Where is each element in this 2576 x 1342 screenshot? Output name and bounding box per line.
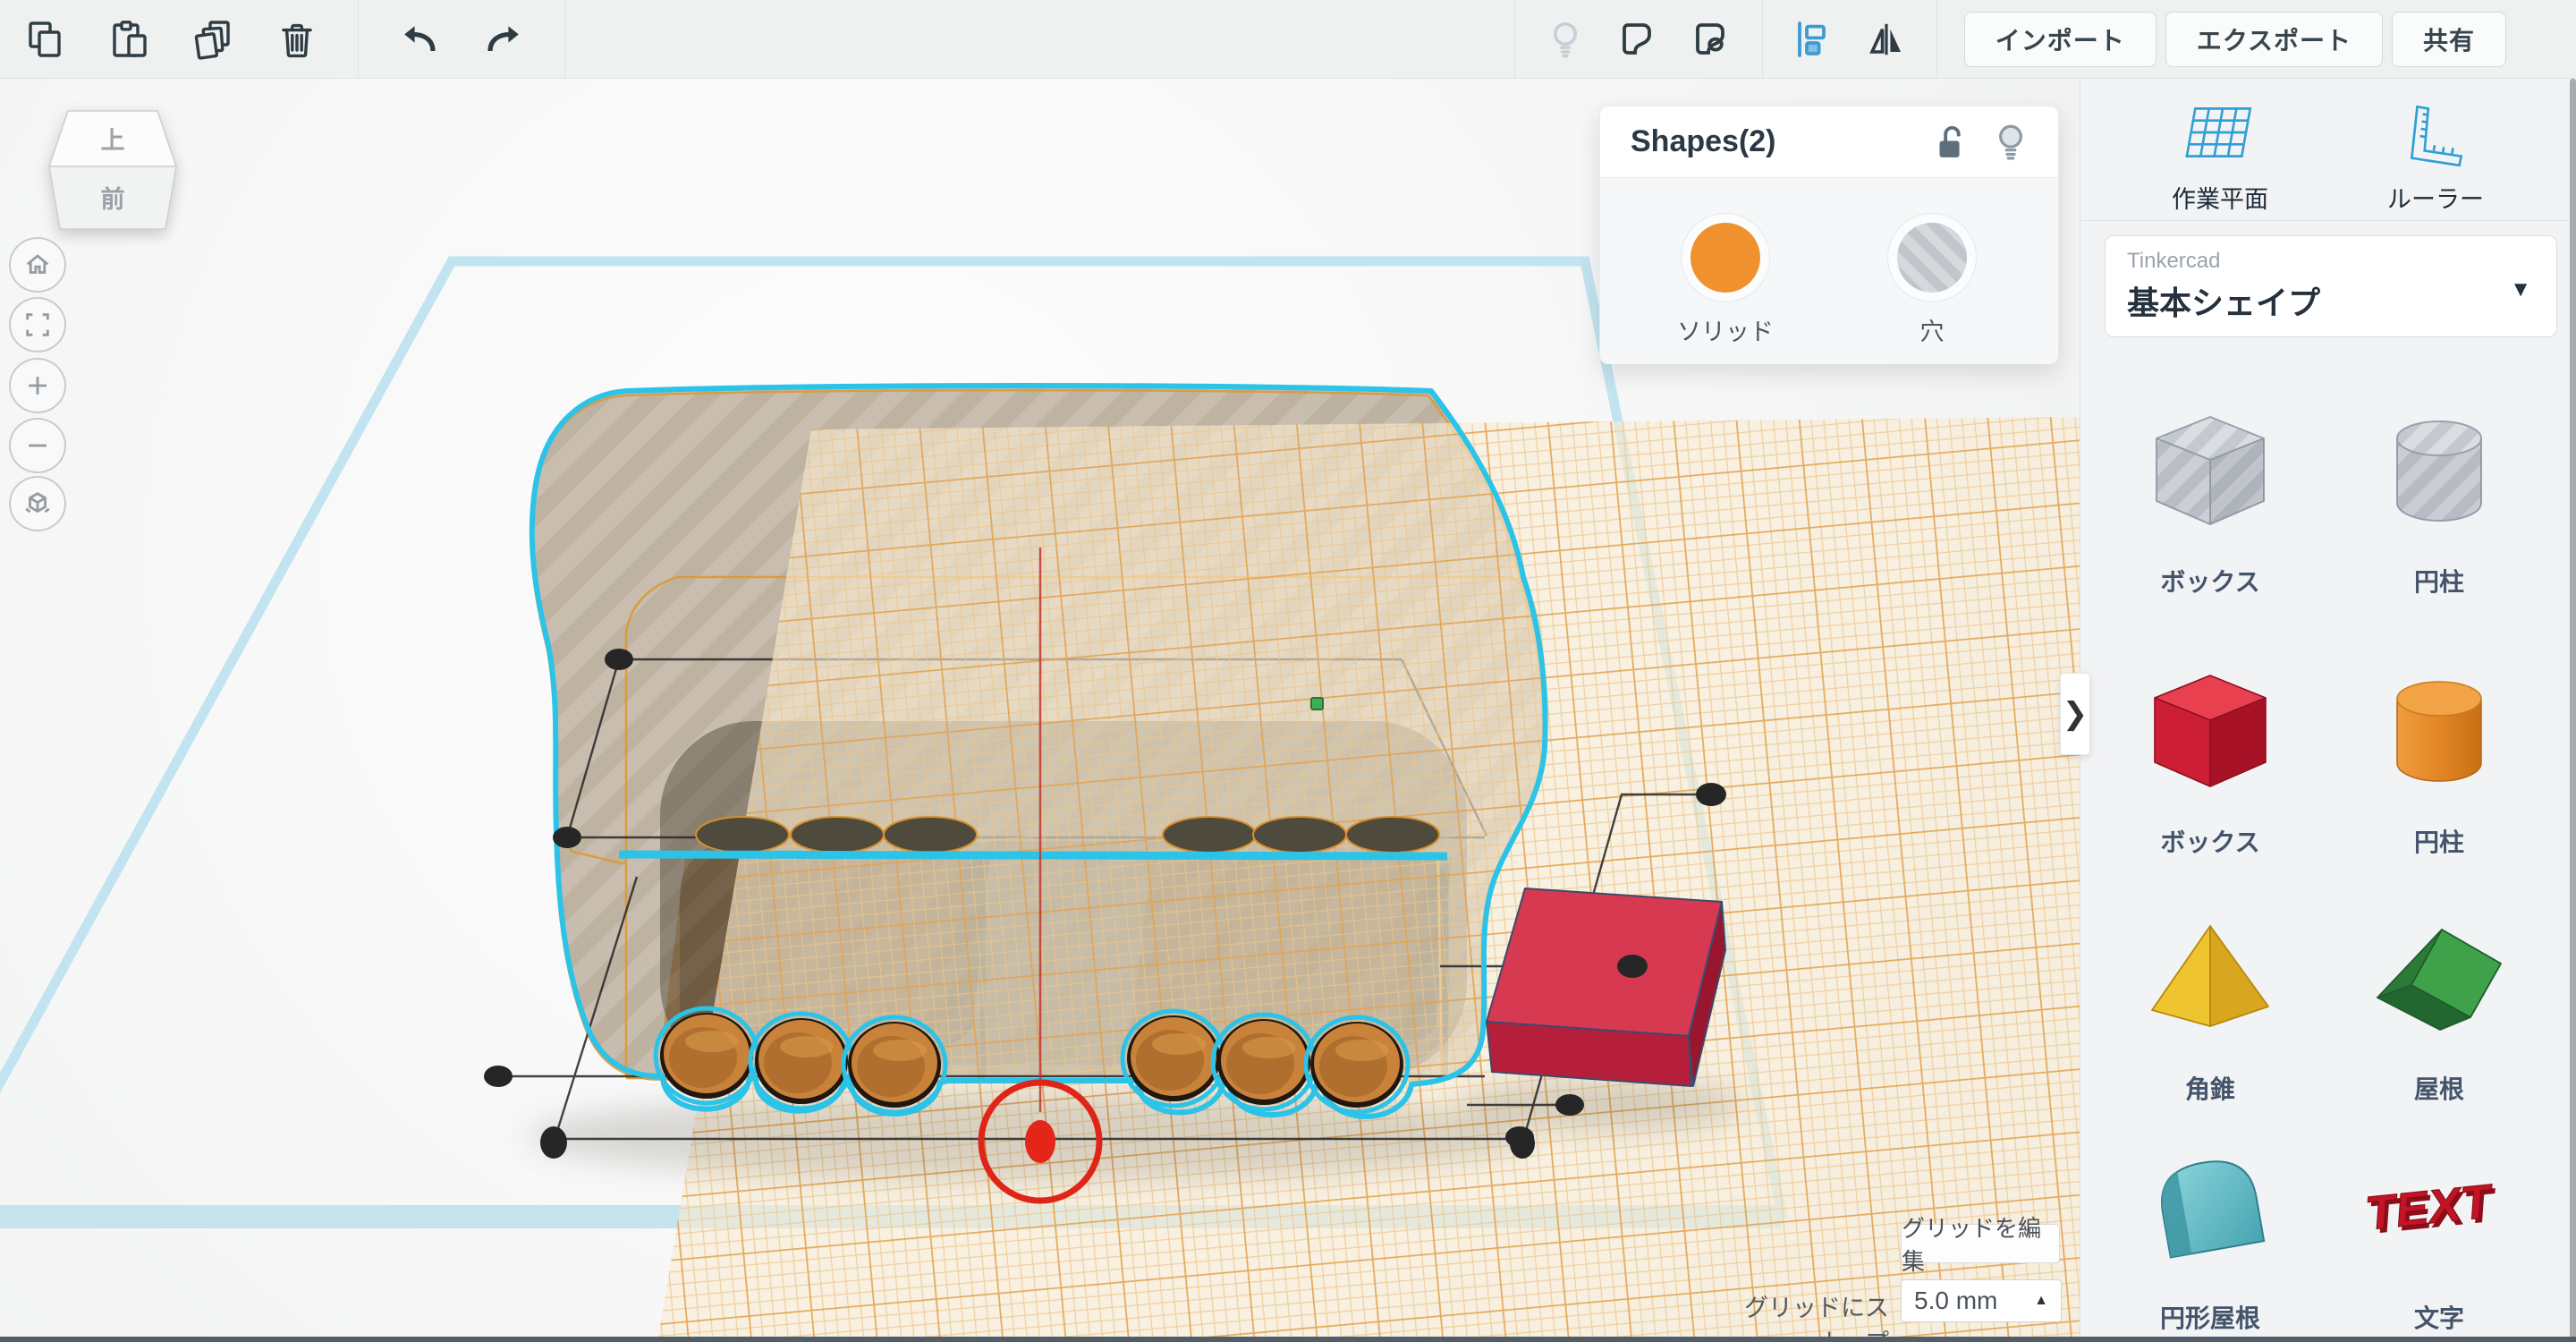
hole-option[interactable] [1887,213,1977,302]
snap-indicator-dot [1310,697,1324,710]
snap-grid-select[interactable]: 5.0 mm ▲ [1901,1279,2062,1322]
shape-label: 円柱 [2413,828,2464,856]
export-button[interactable]: エクスポート [2165,12,2383,67]
toolbar-separator [1936,0,1937,79]
snap-caret-icon: ▲ [2034,1293,2048,1308]
sidebar-collapse-tab[interactable]: ❯ [2060,673,2090,755]
zoom-in-button[interactable] [9,358,66,413]
view-cube[interactable]: 上 前 [45,107,181,240]
hole-tool-icon[interactable] [1689,16,1735,63]
shape-tile-roof[interactable]: 屋根 [2341,908,2538,1106]
toolbar-right-group: インポート エクスポート 共有 [1513,0,2506,79]
orange-cylinder[interactable] [1120,1008,1227,1108]
cylinder-orange-icon [2396,681,2482,782]
view-cube-top-label[interactable]: 上 [101,127,125,154]
toolbar-separator [1761,0,1763,79]
unlock-icon[interactable] [1933,123,1969,162]
share-button[interactable]: 共有 [2391,12,2506,67]
pyramid-yellow-icon [2151,925,2269,1027]
tinkercad-editor: インポート エクスポート 共有 上 前 Shapes(2) ソリッド 穴 グリッ… [0,0,2576,1342]
viewport-3d[interactable]: 上 前 Shapes(2) ソリッド 穴 グリッドを編集 グリッドにス 5.0 … [0,79,2080,1342]
view-cube-front-label[interactable]: 前 [101,185,125,213]
hole-option-label: 穴 [1919,319,1945,345]
roof-green-icon [2377,929,2502,1031]
solid-option[interactable] [1681,213,1770,302]
toolbar-buttons: インポート エクスポート 共有 [1963,12,2506,67]
hole-swatch [1897,223,1967,293]
mirror-tool-icon[interactable] [1863,16,1910,63]
lightbulb-icon[interactable] [1542,16,1589,63]
chevron-right-icon: ❯ [2062,697,2089,731]
library-brand: Tinkercad [2127,249,2221,273]
import-button[interactable]: インポート [1963,12,2157,67]
solid-option-label: ソリッド [1677,319,1774,345]
edit-grid-button[interactable]: グリッドを編集 [1901,1215,2060,1275]
shapes-panel-header: Shapes(2) [1600,106,2058,178]
duplicate-icon[interactable] [190,16,236,63]
cylinder-hole-icon [2396,420,2482,522]
workplane-tool-label: 作業平面 [2172,186,2268,213]
library-name: 基本シェイプ [2127,285,2321,321]
toolbar-separator [358,0,359,79]
perspective-toggle-button[interactable] [9,476,66,531]
shape-label: 屋根 [2413,1075,2464,1103]
shape-tile-cylinder-hole[interactable]: 円柱 [2341,401,2538,599]
shape-tile-round-roof[interactable]: 円形屋根 [2112,1137,2309,1335]
shape-library-dropdown[interactable]: Tinkercad 基本シェイプ ▼ [2105,235,2557,337]
toolbar-separator [564,0,565,79]
sidebar-scrollbar[interactable] [2570,79,2576,1342]
solid-swatch [1690,223,1760,293]
orange-cylinder[interactable] [841,1015,948,1115]
shape-label: 円形屋根 [2159,1304,2260,1332]
tray-edge-highlight [618,850,1448,861]
copy-icon[interactable] [21,16,68,63]
solid-tool-icon[interactable] [1615,16,1662,63]
orange-cylinder[interactable] [653,1006,760,1106]
ruler-tool[interactable]: ルーラー [2346,97,2525,215]
toolbar-left-group [0,0,565,79]
shapes-inspector-panel: Shapes(2) ソリッド 穴 [1599,106,2059,364]
window-bottom-edge [0,1337,2576,1342]
shape-label: 文字 [2413,1304,2464,1332]
shape-library-sidebar: 作業平面 ルーラー Tinkercad 基本シェイプ ▼ ボックス 円柱 ボック… [2080,79,2576,1342]
home-view-button[interactable] [9,237,66,293]
zoom-out-button[interactable] [9,418,66,473]
top-toolbar: インポート エクスポート 共有 [0,0,2576,79]
shape-tile-pyramid[interactable]: 角錐 [2112,908,2309,1106]
orange-cylinder[interactable] [1303,1015,1411,1115]
snap-grid-value: 5.0 mm [1914,1287,1998,1314]
shape-label: ボックス [2160,568,2260,596]
redo-icon[interactable] [480,16,527,63]
round-roof-cyan-icon [2161,1160,2266,1259]
shape-tile-text[interactable]: TEXT TEXT 文字 [2341,1137,2538,1335]
shape-tile-box-hole[interactable]: ボックス [2112,401,2309,599]
toolbar-separator [1513,0,1515,79]
orange-cylinder[interactable] [748,1011,855,1111]
shapes-panel-body: ソリッド 穴 [1600,178,2058,364]
sidebar-divider [2080,220,2576,221]
paste-icon[interactable] [106,16,152,63]
undo-icon[interactable] [396,16,443,63]
align-tool-icon[interactable] [1790,16,1836,63]
hide-lightbulb-icon[interactable] [1994,122,2028,163]
shape-label: ボックス [2160,828,2260,856]
snap-grid-label: グリッドにスナップ [1744,1295,1889,1342]
ruler-tool-label: ルーラー [2387,186,2484,213]
shapes-panel-title: Shapes(2) [1631,124,1776,158]
shape-tile-box-red[interactable]: ボックス [2112,661,2309,859]
text-red-icon: TEXT TEXT [2364,1174,2496,1245]
shape-tile-cylinder-orange[interactable]: 円柱 [2341,661,2538,859]
workplane-tool[interactable]: 作業平面 [2131,97,2309,215]
workplane-grid[interactable] [657,417,2080,1342]
box-hole-icon [2156,416,2265,525]
fit-view-button[interactable] [9,297,66,352]
box-red-icon [2154,675,2267,787]
shape-label: 円柱 [2413,568,2464,596]
dropdown-caret-icon: ▼ [2510,277,2531,302]
orange-cylinder[interactable] [1210,1012,1318,1112]
delete-icon[interactable] [274,16,320,63]
red-box[interactable] [1486,888,1726,1087]
shape-label: 角錐 [2184,1075,2235,1103]
